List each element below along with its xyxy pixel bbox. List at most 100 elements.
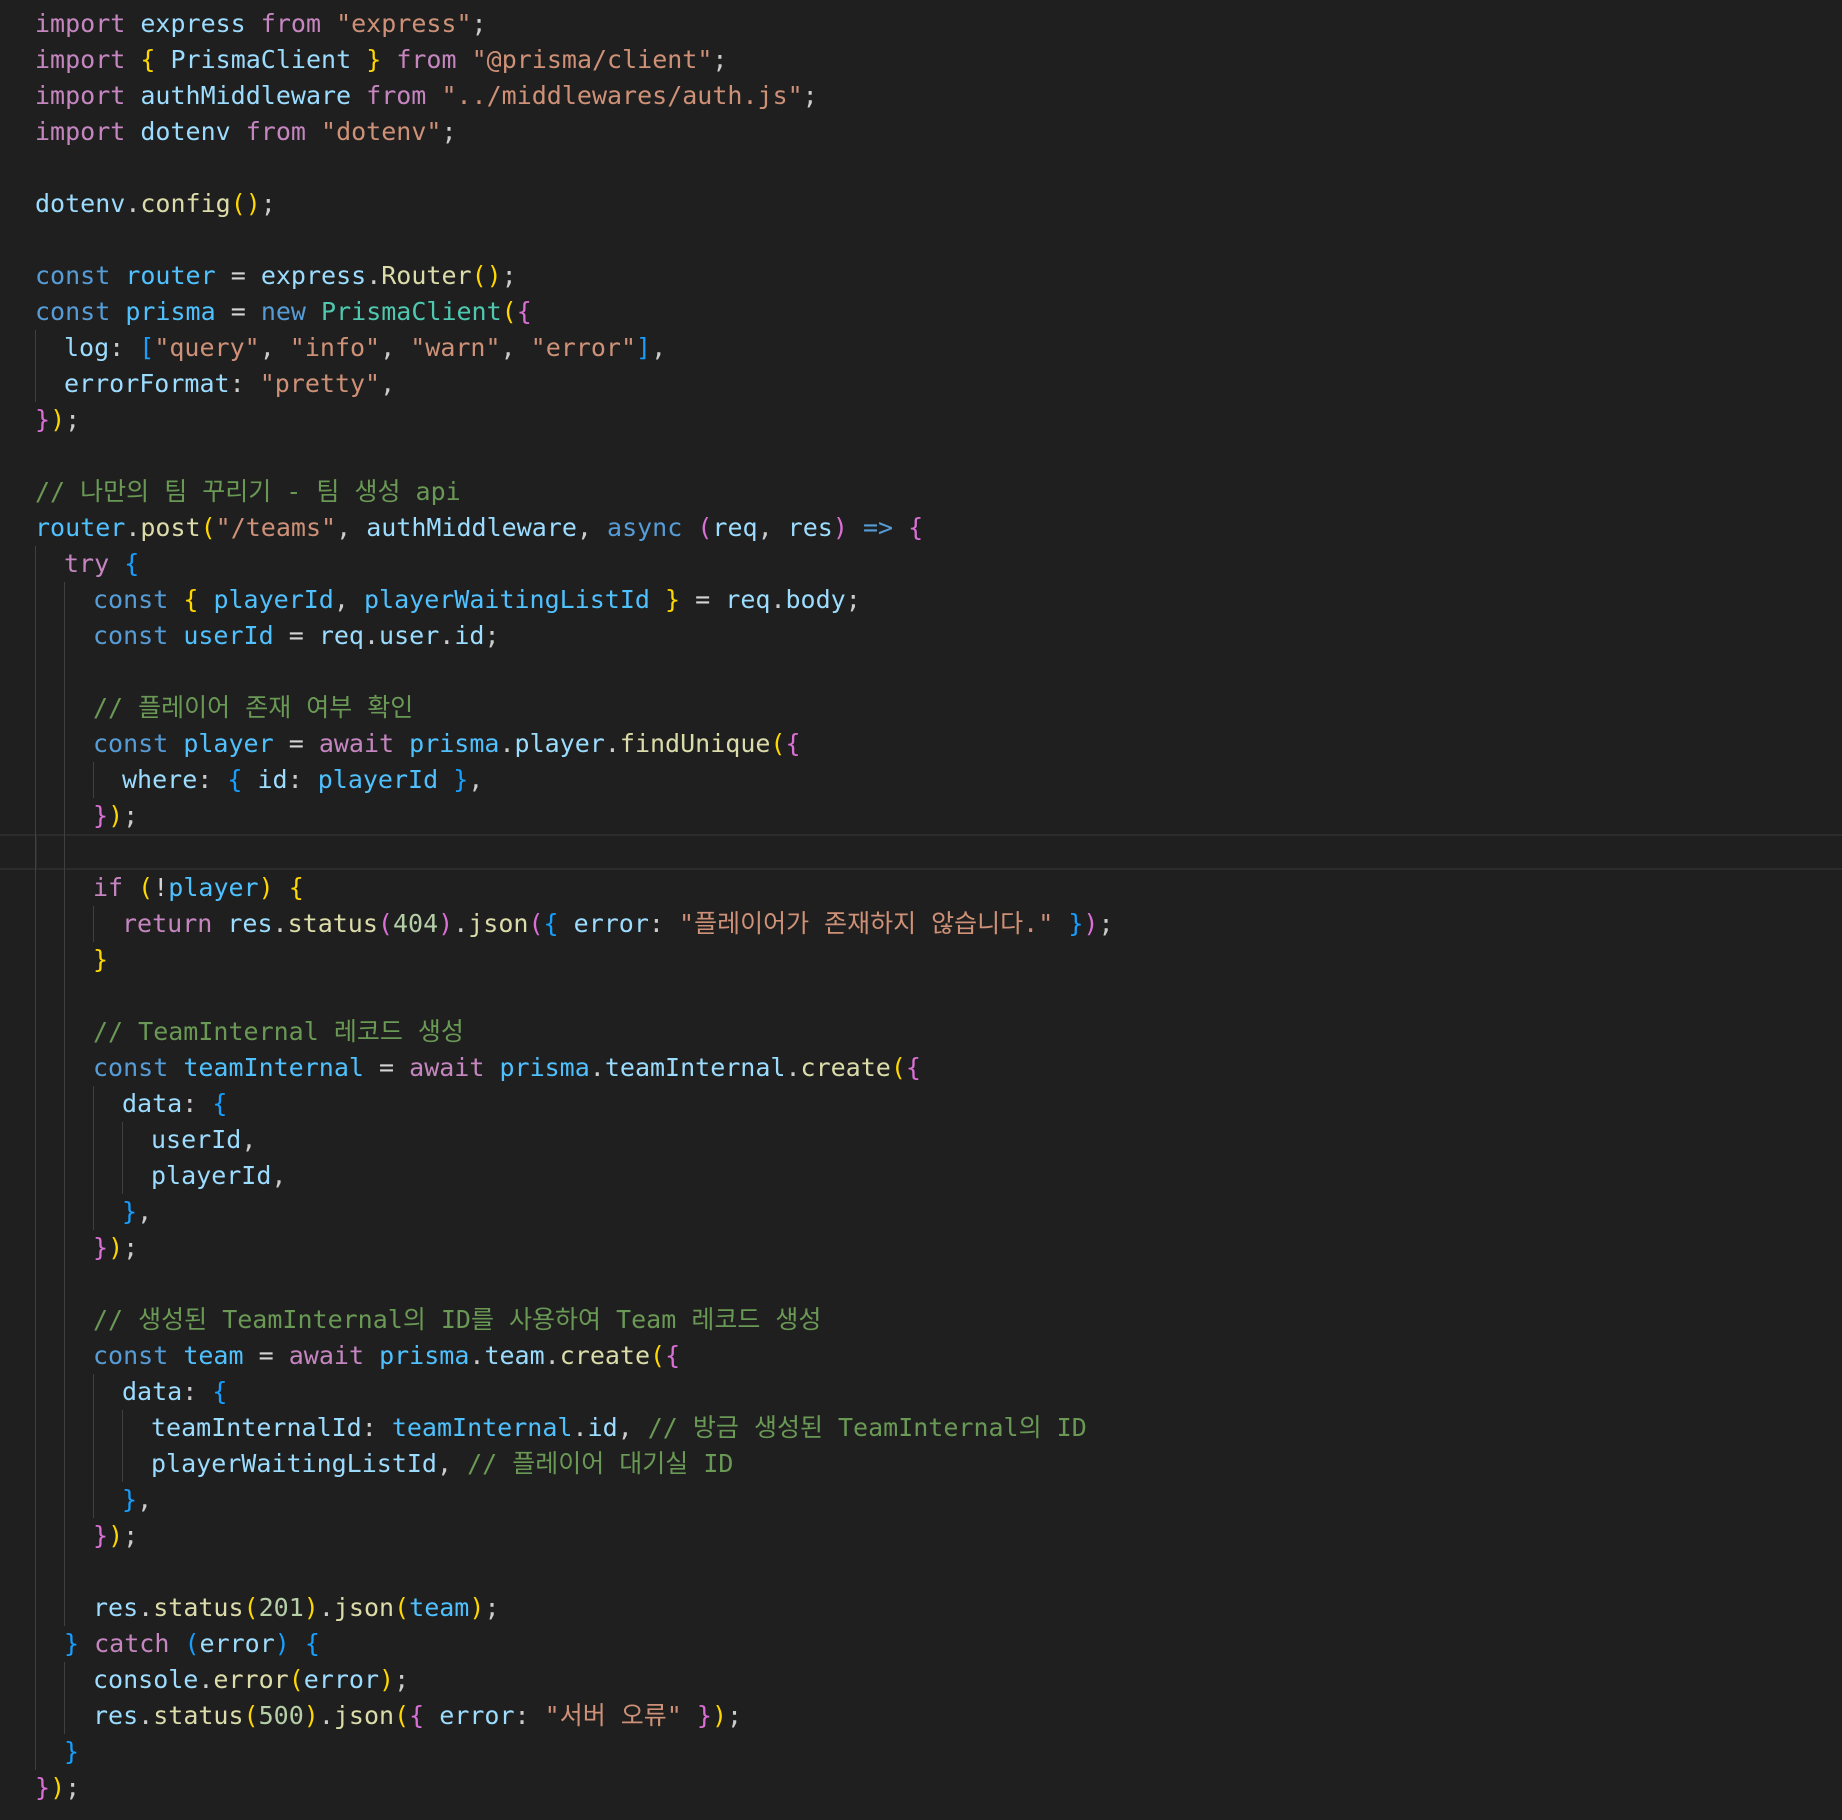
code-token: , xyxy=(757,513,788,542)
code-token: playerId xyxy=(213,585,334,614)
code-token: dotenv xyxy=(140,117,231,146)
code-token: userId xyxy=(183,621,274,650)
code-token: { xyxy=(905,1053,921,1082)
code-line[interactable]: res.status(201).json(team); xyxy=(0,1590,1842,1626)
indent-guide xyxy=(122,1410,123,1446)
code-line[interactable]: const team = await prisma.team.create({ xyxy=(0,1338,1842,1374)
code-token: ; xyxy=(123,1521,139,1550)
code-line[interactable]: console.error(error); xyxy=(0,1662,1842,1698)
code-line[interactable] xyxy=(0,834,1842,870)
code-line[interactable]: // 생성된 TeamInternal의 ID를 사용하여 Team 레코드 생… xyxy=(0,1302,1842,1338)
code-token: : xyxy=(109,333,140,362)
code-line[interactable]: return res.status(404).json({ error: "플레… xyxy=(0,906,1842,942)
code-token: . xyxy=(138,1593,154,1622)
code-token: "info" xyxy=(289,333,381,362)
code-line[interactable] xyxy=(0,654,1842,690)
code-line[interactable]: // 나만의 팀 꾸리기 - 팀 생성 api xyxy=(0,474,1842,510)
code-line[interactable]: // TeamInternal 레코드 생성 xyxy=(0,1014,1842,1050)
code-token: ; xyxy=(260,189,276,218)
code-line[interactable]: playerId, xyxy=(0,1158,1842,1194)
code-line[interactable]: } xyxy=(0,1734,1842,1770)
code-line[interactable] xyxy=(0,438,1842,474)
code-line[interactable]: } xyxy=(0,942,1842,978)
code-token: { xyxy=(304,1629,320,1658)
code-line[interactable]: const player = await prisma.player.findU… xyxy=(0,726,1842,762)
code-line[interactable]: // 플레이어 존재 여부 확인 xyxy=(0,690,1842,726)
code-line[interactable] xyxy=(0,150,1842,186)
code-line-text: }, xyxy=(122,1482,152,1518)
code-line[interactable]: const userId = req.user.id; xyxy=(0,618,1842,654)
code-line[interactable]: }, xyxy=(0,1482,1842,1518)
code-line[interactable]: try { xyxy=(0,546,1842,582)
code-line[interactable]: }); xyxy=(0,402,1842,438)
code-token: , xyxy=(241,1125,257,1154)
code-line[interactable]: data: { xyxy=(0,1086,1842,1122)
code-token: : xyxy=(514,1701,545,1730)
code-token: ( xyxy=(377,909,393,938)
code-token: req xyxy=(725,585,771,614)
code-token: ) xyxy=(469,1593,485,1622)
code-line[interactable]: const router = express.Router(); xyxy=(0,258,1842,294)
code-token: } xyxy=(122,1197,138,1226)
code-token: } xyxy=(35,1773,51,1802)
indent-guide xyxy=(35,942,36,978)
indent-guide xyxy=(64,654,65,690)
code-line[interactable]: teamInternalId: teamInternal.id, // 방금 생… xyxy=(0,1410,1842,1446)
code-token: team xyxy=(484,1341,545,1370)
code-line[interactable]: router.post("/teams", authMiddleware, as… xyxy=(0,510,1842,546)
code-editor[interactable]: import express from "express"; import { P… xyxy=(0,0,1842,1820)
code-line[interactable]: errorFormat: "pretty", xyxy=(0,366,1842,402)
code-token: } xyxy=(93,945,109,974)
code-token: prisma xyxy=(125,297,216,326)
indent-guide xyxy=(35,1050,36,1086)
code-token: const xyxy=(93,621,169,650)
code-line[interactable] xyxy=(0,978,1842,1014)
code-line[interactable]: const { playerId, playerWaitingListId } … xyxy=(0,582,1842,618)
code-line[interactable]: userId, xyxy=(0,1122,1842,1158)
code-token: const xyxy=(93,729,169,758)
code-token: teamInternal xyxy=(391,1413,573,1442)
code-line[interactable]: import authMiddleware from "../middlewar… xyxy=(0,78,1842,114)
code-line[interactable]: playerWaitingListId, // 플레이어 대기실 ID xyxy=(0,1446,1842,1482)
code-token: body xyxy=(785,585,846,614)
code-line[interactable]: data: { xyxy=(0,1374,1842,1410)
code-line[interactable] xyxy=(0,1266,1842,1302)
code-token: ; xyxy=(1098,909,1114,938)
code-lines[interactable]: import express from "express"; import { P… xyxy=(0,6,1842,1806)
code-token: . xyxy=(125,189,141,218)
code-line[interactable] xyxy=(0,222,1842,258)
code-line[interactable]: res.status(500).json({ error: "서버 오류" })… xyxy=(0,1698,1842,1734)
code-token: express xyxy=(140,9,246,38)
indent-guide xyxy=(35,1230,36,1266)
code-line[interactable]: const teamInternal = await prisma.teamIn… xyxy=(0,1050,1842,1086)
code-line[interactable] xyxy=(0,1554,1842,1590)
indent-guide xyxy=(35,1374,36,1410)
code-token: ( xyxy=(770,729,786,758)
code-line[interactable]: }); xyxy=(0,1230,1842,1266)
code-line[interactable]: }, xyxy=(0,1194,1842,1230)
code-line[interactable]: }); xyxy=(0,1770,1842,1806)
code-token: . xyxy=(572,1413,588,1442)
code-line[interactable]: }); xyxy=(0,798,1842,834)
code-line[interactable]: const prisma = new PrismaClient({ xyxy=(0,294,1842,330)
code-line[interactable]: where: { id: playerId }, xyxy=(0,762,1842,798)
code-line[interactable]: import dotenv from "dotenv"; xyxy=(0,114,1842,150)
code-line[interactable]: } catch (error) { xyxy=(0,1626,1842,1662)
code-token: import xyxy=(35,45,126,74)
code-line[interactable]: log: ["query", "info", "warn", "error"], xyxy=(0,330,1842,366)
code-line[interactable]: dotenv.config(); xyxy=(0,186,1842,222)
code-line[interactable]: import { PrismaClient } from "@prisma/cl… xyxy=(0,42,1842,78)
code-line[interactable]: }); xyxy=(0,1518,1842,1554)
code-line[interactable]: import express from "express"; xyxy=(0,6,1842,42)
code-token: prisma xyxy=(379,1341,470,1370)
indent-guide xyxy=(64,1446,65,1482)
code-token: () xyxy=(230,189,261,218)
code-token: ) xyxy=(711,1701,727,1730)
code-line[interactable]: if (!player) { xyxy=(0,870,1842,906)
code-token: await xyxy=(318,729,395,758)
